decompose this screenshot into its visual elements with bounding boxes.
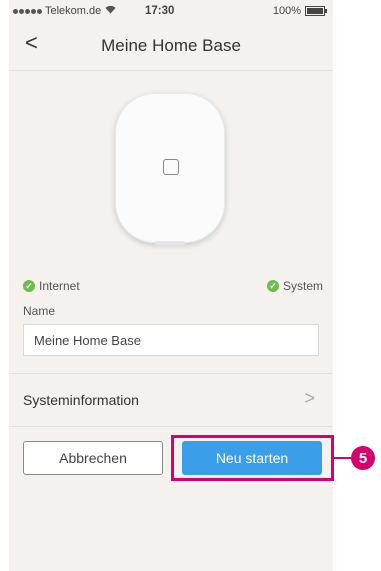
- battery-icon: [305, 6, 327, 16]
- chevron-right-icon: >: [304, 388, 315, 408]
- connection-status-row: ✓ Internet ✓ System: [9, 279, 333, 297]
- status-bar: Telekom.de 17:30 100%: [9, 0, 333, 22]
- navigation-bar: < Meine Home Base: [9, 22, 333, 71]
- device-foot: [155, 241, 185, 245]
- system-status: ✓ System: [266, 279, 323, 293]
- carrier-label: Telekom.de: [45, 5, 102, 17]
- device-button-icon: [163, 159, 179, 175]
- clock: 17:30: [145, 5, 175, 17]
- divider: [9, 426, 333, 427]
- internet-status: ✓ Internet: [23, 279, 80, 293]
- annotation-highlight: [171, 435, 334, 481]
- annotation-badge: 5: [351, 446, 375, 470]
- check-icon: ✓: [266, 280, 279, 292]
- home-base-device-image: [115, 93, 225, 245]
- system-information-label: Systeminformation: [23, 392, 139, 408]
- system-information-row[interactable]: Systeminformation >: [9, 374, 333, 426]
- system-status-label: System: [282, 279, 323, 293]
- name-label: Name: [23, 304, 56, 318]
- phone-screen: Telekom.de 17:30 100% < Meine Home Base …: [9, 0, 333, 571]
- wifi-icon: [105, 5, 116, 17]
- page-title: Meine Home Base: [101, 36, 241, 55]
- check-icon: ✓: [23, 280, 35, 292]
- annotation-connector: [334, 457, 352, 459]
- device-image-area: [9, 71, 333, 273]
- name-input[interactable]: [23, 324, 319, 356]
- carrier: Telekom.de: [13, 5, 116, 17]
- battery-status: 100%: [272, 5, 327, 17]
- internet-status-label: Internet: [39, 279, 80, 293]
- cancel-button[interactable]: Abbrechen: [23, 441, 163, 475]
- signal-strength-icon: [13, 8, 42, 14]
- battery-percent: 100%: [272, 5, 301, 17]
